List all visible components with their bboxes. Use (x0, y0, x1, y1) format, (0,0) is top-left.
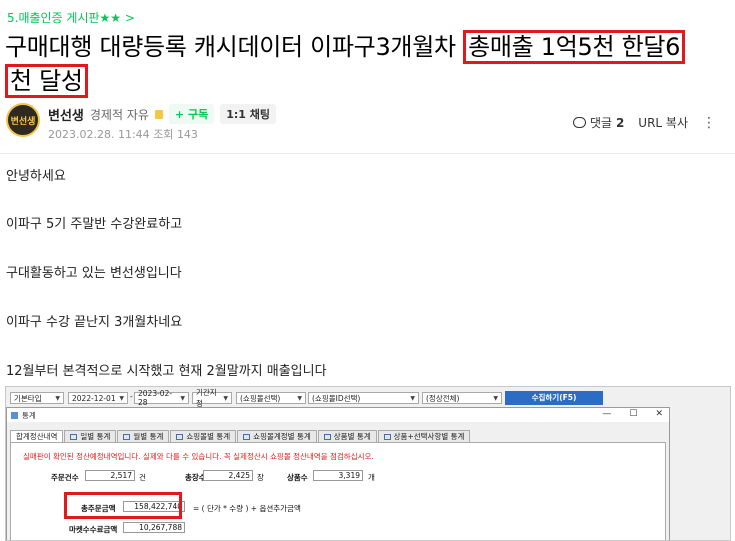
post-title-highlight: 총매출 1억5천 한달6 (463, 30, 686, 64)
table-icon (123, 433, 131, 440)
board-link[interactable]: 5.매출인증 게시판★★ > (7, 9, 135, 26)
close-icon: ✕ (655, 409, 663, 419)
body-paragraph: 이파구 수강 끝난지 3개월차네요 (6, 315, 183, 330)
body-paragraph: 구대활동하고 있는 변선생입니다 (6, 266, 182, 281)
total-order-formula: = ( 단가 * 수량 ) + 옵션추가금액 (193, 504, 301, 513)
subscribe-button[interactable]: + 구독 (168, 104, 215, 124)
tab-by-mall: 쇼핑몰별 통계 (170, 430, 237, 442)
tab-by-mall-account: 쇼핑몰계정별 통계 (237, 430, 317, 442)
table-icon (70, 433, 78, 440)
stats-window: 통계 — ☐ ✕ 합계정산내역 일별 통계 월별 통계 쇼핑몰별 통계 쇼핑몰계… (6, 407, 670, 540)
tab-label: 상품+선택사항별 통계 (393, 432, 465, 441)
market-fee-label: 마켓수수료금액 (69, 525, 118, 534)
date-separator: - (130, 392, 133, 401)
tab-total: 합계정산내역 (10, 430, 64, 442)
stats-window-titlebar: 통계 (7, 408, 669, 422)
dropdown-arrow-icon: ▼ (180, 394, 185, 402)
table-icon (383, 433, 391, 440)
status-select-value: (정상전체) (426, 393, 460, 403)
mall-id-select: (쇼핑몰ID선택) ▼ (308, 392, 419, 404)
author-level: 경제적 자유 (89, 107, 149, 122)
divider (0, 153, 735, 154)
author-row: 변선생 경제적 자유 + 구독 1:1 채팅 (48, 104, 276, 124)
avatar[interactable]: 변선생 (6, 103, 40, 137)
tab-label: 일별 통계 (80, 432, 111, 441)
period-select-value: 기간지정 (196, 388, 217, 408)
chevron-right-icon: > (124, 11, 135, 25)
table-icon (323, 433, 331, 440)
date-from-field: 2022-12-01 ▼ (68, 392, 128, 404)
warning-text: 실매판이 확인된 정산예정내역입니다. 실제와 다를 수 있습니다. 꼭 실제정… (23, 452, 374, 461)
stats-tabs: 합계정산내역 일별 통계 월별 통계 쇼핑몰별 통계 쇼핑몰계정별 통계 상품별… (10, 430, 471, 442)
window-controls: — ☐ ✕ (602, 409, 663, 419)
dropdown-arrow-icon: ▼ (493, 394, 498, 402)
mall-select: (쇼핑몰선택) ▼ (236, 392, 306, 404)
tab-by-product: 상품별 통계 (317, 430, 377, 442)
products-label: 상품수 (287, 473, 308, 482)
body-paragraph: 안녕하세요 (6, 169, 66, 184)
comments-count: 2 (615, 116, 625, 130)
post-meta: 2023.02.28. 11:44 조회 143 (48, 126, 198, 142)
url-copy-button[interactable]: URL 복사 (638, 114, 688, 131)
post-title-text: 구매대행 대량등록 캐시데이터 이파구3개월차 (5, 33, 456, 61)
products-field: 3,319 (313, 470, 363, 481)
dropdown-arrow-icon: ▼ (223, 394, 228, 402)
comments-button[interactable]: 댓글 2 (573, 114, 624, 131)
minimize-icon: — (602, 409, 612, 419)
post-title: 구매대행 대량등록 캐시데이터 이파구3개월차 총매출 1억5천 한달6 천 달… (5, 30, 730, 98)
date-to-value: 2023-02-28 (138, 389, 173, 407)
tab-by-product-option: 상품+선택사항별 통계 (377, 430, 471, 442)
post-date: 2023.02.28. 11:44 (48, 128, 150, 141)
author-name[interactable]: 변선생 (48, 105, 84, 124)
dropdown-arrow-icon: ▼ (410, 394, 415, 402)
period-type-value: 기본타입 (14, 393, 42, 403)
dropdown-arrow-icon: ▼ (55, 394, 60, 402)
tab-label: 월별 통계 (133, 432, 164, 441)
comments-label: 댓글 (590, 116, 613, 130)
order-count-label: 주문건수 (51, 473, 79, 482)
tab-monthly: 월별 통계 (117, 430, 170, 442)
period-select: 기간지정 ▼ (192, 388, 232, 408)
maximize-icon: ☐ (629, 409, 638, 419)
views-label: 조회 (153, 128, 174, 141)
views-count: 143 (176, 128, 198, 141)
tab-label: 쇼핑몰계정별 통계 (253, 432, 311, 441)
qty-field: 2,425 (203, 470, 253, 481)
status-select: (정상전체) ▼ (422, 392, 502, 404)
body-paragraph: 이파구 5기 주말반 수강완료하고 (6, 217, 183, 232)
period-type-select: 기본타입 ▼ (10, 392, 64, 404)
chart-icon (11, 411, 18, 419)
level-badge-icon (154, 109, 163, 119)
table-icon (176, 433, 184, 440)
body-paragraph: 12월부터 본격적으로 시작했고 현재 2월말까지 매출입니다 (6, 364, 327, 379)
comment-icon (573, 117, 587, 128)
tab-label: 쇼핑몰별 통계 (186, 432, 231, 441)
embedded-screenshot: 기본타입 ▼ 2022-12-01 ▼ - 2023-02-28 ▼ 기간지정 ▼ (쇼… (5, 386, 731, 541)
board-label: 5.매출인증 게시판 (7, 11, 100, 25)
tab-label: 상품별 통계 (333, 432, 371, 441)
mall-id-select-value: (쇼핑몰ID선택) (312, 393, 361, 403)
post-title-highlight-2: 천 달성 (5, 64, 88, 98)
date-from-value: 2022-12-01 (72, 393, 116, 403)
chat-button[interactable]: 1:1 채팅 (220, 104, 276, 124)
post-actions: 댓글 2 URL 복사 ⋮ (573, 114, 716, 131)
order-count-field: 2,517 (85, 470, 135, 481)
stats-window-title: 통계 (22, 410, 36, 420)
highlight-box (64, 492, 182, 519)
tab-label: 합계정산내역 (16, 432, 58, 441)
dropdown-arrow-icon: ▼ (297, 394, 302, 402)
products-unit: 개 (368, 473, 375, 482)
tab-daily: 일별 통계 (64, 430, 117, 442)
qty-unit: 장 (257, 473, 264, 482)
mall-select-value: (쇼핑몰선택) (240, 393, 281, 403)
market-fee-field: 10,267,788 (123, 522, 185, 533)
dropdown-arrow-icon: ▼ (119, 394, 124, 402)
board-stars: ★★ (99, 11, 122, 25)
date-to-field: 2023-02-28 ▼ (134, 389, 189, 407)
table-icon (243, 433, 251, 440)
collect-button: 수집하기(F5) (505, 391, 603, 405)
order-count-unit: 건 (139, 473, 146, 482)
more-icon[interactable]: ⋮ (702, 115, 716, 131)
